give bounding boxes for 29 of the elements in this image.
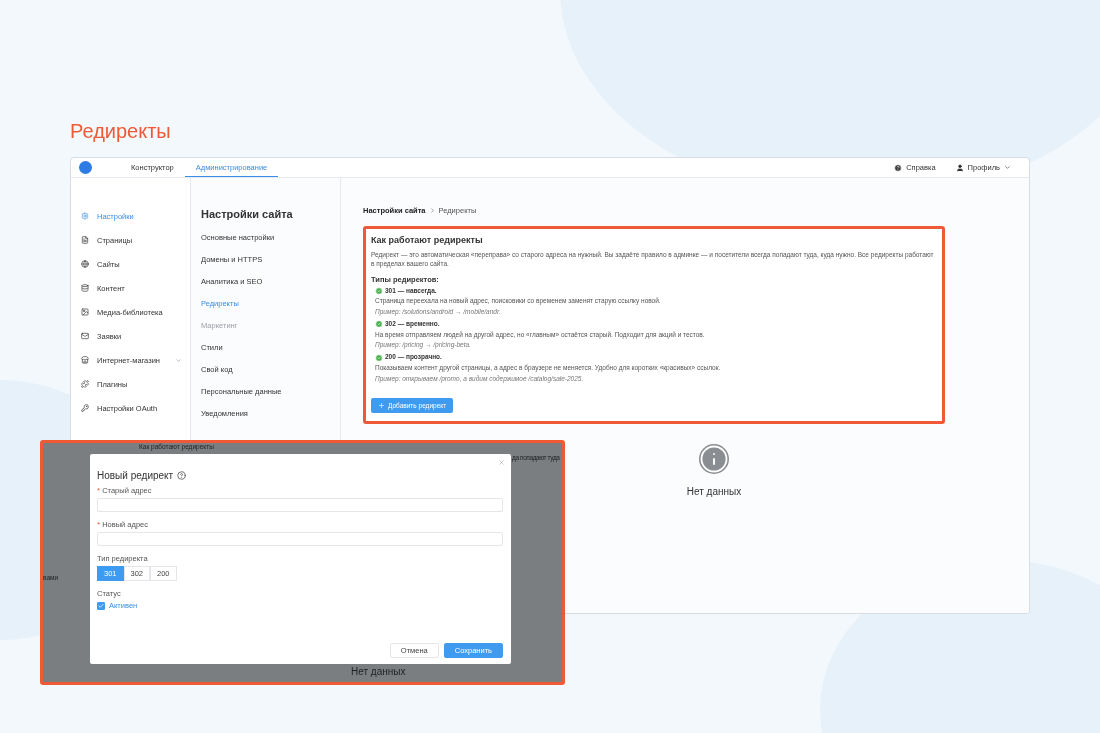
card-title: Как работают редиректы	[371, 235, 484, 245]
globe-icon	[81, 260, 89, 268]
close-button[interactable]	[498, 459, 505, 466]
required-mark: *	[97, 520, 101, 529]
checkbox[interactable]	[97, 601, 105, 610]
address-field[interactable]	[97, 498, 503, 512]
info-icon	[699, 444, 729, 475]
address-field[interactable]	[97, 532, 503, 546]
required-mark: *	[97, 486, 101, 495]
gear-icon	[81, 212, 89, 220]
user-icon	[955, 163, 964, 172]
page-title: Редиректы	[70, 120, 172, 144]
store-icon	[81, 356, 89, 364]
database-icon	[81, 284, 89, 292]
logo-icon	[79, 161, 92, 174]
plus-icon	[378, 402, 385, 410]
backdrop-text: Нет данных	[351, 666, 406, 677]
image-icon	[81, 308, 89, 316]
dialog-title: Новый редирект	[97, 470, 174, 481]
key-icon	[81, 404, 89, 412]
empty-text: Нет данных	[686, 486, 742, 498]
puzzle-icon	[81, 380, 89, 388]
envelope-icon	[81, 332, 89, 340]
help-icon	[177, 471, 187, 480]
file-icon	[81, 236, 89, 244]
chevron-icon	[428, 207, 436, 214]
help-icon	[894, 163, 903, 172]
chevron-icon	[1004, 164, 1011, 171]
section-title: Настройки сайта	[201, 208, 294, 220]
